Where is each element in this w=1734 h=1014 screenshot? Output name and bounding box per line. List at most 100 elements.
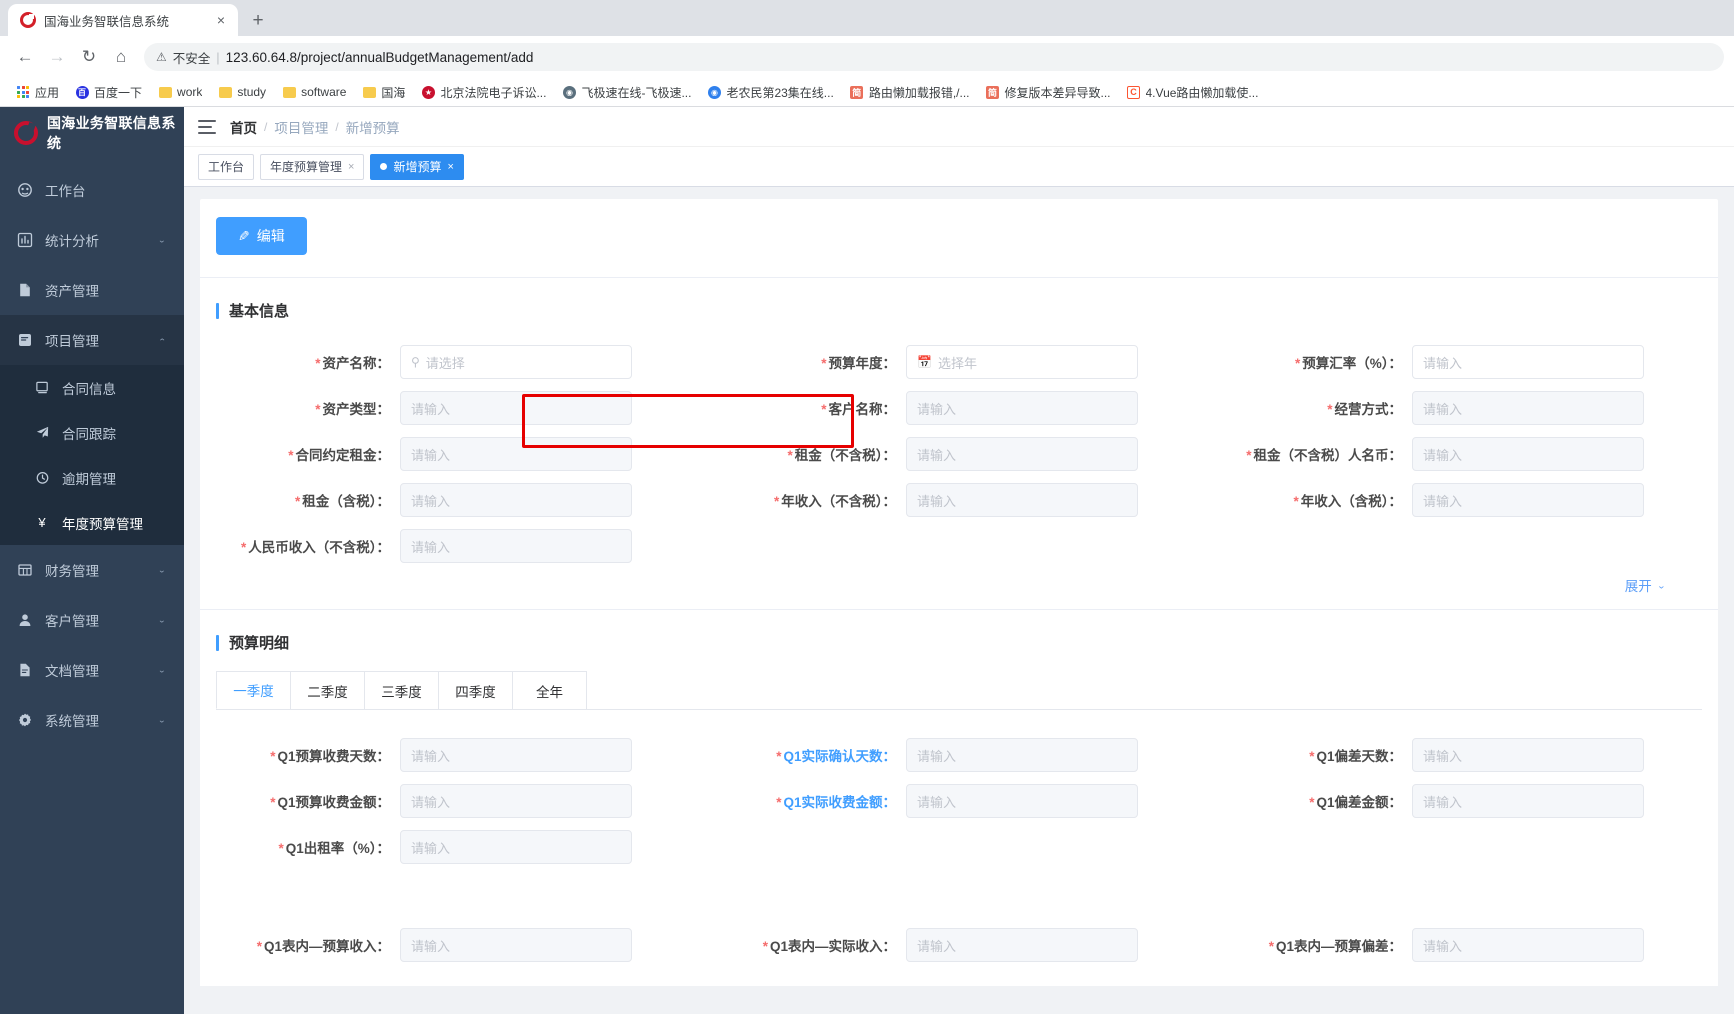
- field-q1-budget-days: * Q1预算收费天数： 请输入: [200, 732, 706, 778]
- spacer-cell: [1212, 523, 1718, 569]
- contract-rent-input[interactable]: 请输入: [400, 437, 632, 471]
- sidebar-item-statistics[interactable]: 统计分析 ⌄: [0, 215, 184, 265]
- placeholder: 请输入: [1423, 355, 1463, 371]
- bookmark-work[interactable]: work: [150, 82, 210, 102]
- q1-deviation-amount-input[interactable]: 请输入: [1412, 784, 1644, 818]
- q1-actual-amount-input[interactable]: 请输入: [906, 784, 1138, 818]
- bookmark-software[interactable]: software: [274, 82, 354, 102]
- q1-deviation-days-input[interactable]: 请输入: [1412, 738, 1644, 772]
- tab-q2[interactable]: 二季度: [290, 671, 365, 709]
- q1-onsheet-budget-income-input[interactable]: 请输入: [400, 928, 632, 962]
- tab-q3[interactable]: 三季度: [364, 671, 439, 709]
- required-star: *: [1294, 356, 1301, 371]
- breadcrumb-item-current: 新增预算: [345, 120, 400, 136]
- bookmark-apps[interactable]: 应用: [8, 81, 67, 104]
- rent-excl-tax-rmb-input[interactable]: 请输入: [1412, 437, 1644, 471]
- customer-name-input[interactable]: 请输入: [906, 391, 1138, 425]
- url-text: 123.60.64.8/project/annualBudgetManageme…: [225, 49, 534, 65]
- q1-budget-days-input[interactable]: 请输入: [400, 738, 632, 772]
- asset-type-input[interactable]: 请输入: [400, 391, 632, 425]
- bookmark-label: software: [301, 85, 347, 99]
- browser-tab[interactable]: 国海业务智联信息系统 ×: [8, 4, 238, 36]
- asset-name-input[interactable]: ⚲ 请选择: [400, 345, 632, 379]
- sidebar-logo[interactable]: 国海业务智联信息系统: [0, 107, 184, 159]
- sidebar-item-assets[interactable]: 资产管理: [0, 265, 184, 315]
- bookmark-label: 4.Vue路由懒加载使...: [1145, 85, 1259, 100]
- sidebar-item-contract-tracking[interactable]: 合同跟踪: [0, 410, 184, 455]
- budget-rate-input[interactable]: 请输入: [1412, 345, 1644, 379]
- edit-button[interactable]: ✎ 编辑: [216, 217, 307, 255]
- breadcrumb-item-home[interactable]: 首页: [230, 117, 257, 137]
- sidebar-item-finance[interactable]: 财务管理 ⌄: [0, 545, 184, 595]
- sidebar-item-label: 系统管理: [45, 714, 99, 729]
- home-icon[interactable]: ⌂: [106, 42, 136, 72]
- bookmark-beijing-court[interactable]: ★ 北京法院电子诉讼...: [413, 81, 554, 104]
- url-separator: |: [216, 49, 220, 65]
- sidebar-item-annual-budget[interactable]: ¥ 年度预算管理: [0, 500, 184, 545]
- reload-icon[interactable]: ↻: [74, 42, 104, 72]
- q1-occupancy-rate-input[interactable]: 请输入: [400, 830, 632, 864]
- sidebar-item-project[interactable]: 项目管理 ⌄: [0, 315, 184, 365]
- sidebar-item-customer[interactable]: 客户管理 ⌄: [0, 595, 184, 645]
- q1-actual-days-input[interactable]: 请输入: [906, 738, 1138, 772]
- page-scroll-area[interactable]: ✎ 编辑 基本信息 * 资产名称： ⚲ 请选择 * 预算年度： 📅 选择年 * …: [184, 187, 1734, 1014]
- sidebar-item-label: 统计分析: [45, 234, 99, 249]
- required-star: *: [821, 356, 827, 371]
- dashboard-icon: [16, 182, 33, 199]
- tag-view-add-budget[interactable]: 新增预算 ×: [370, 153, 464, 180]
- tab-q1[interactable]: 一季度: [216, 671, 291, 709]
- back-icon[interactable]: ←: [10, 42, 40, 72]
- tag-view-workbench[interactable]: 工作台: [198, 153, 255, 180]
- address-bar[interactable]: ⚠ 不安全 | 123.60.64.8/project/annualBudget…: [144, 43, 1724, 71]
- close-icon[interactable]: ×: [447, 161, 453, 173]
- required-star: *: [1309, 749, 1315, 764]
- sidebar-item-label: 资产管理: [45, 284, 99, 299]
- required-star: *: [1268, 939, 1274, 954]
- hamburger-icon[interactable]: [198, 119, 216, 134]
- close-icon[interactable]: ×: [212, 11, 230, 29]
- bookmark-version-fix[interactable]: 简 修复版本差异导致...: [977, 81, 1118, 104]
- rent-incl-tax-input[interactable]: 请输入: [400, 483, 632, 517]
- field-annual-income-excl-tax: * 年收入（不含税）： 请输入: [706, 477, 1212, 523]
- bookmark-feijisu[interactable]: ◉ 飞极速在线-飞极速...: [554, 81, 699, 104]
- bookmark-study[interactable]: study: [210, 82, 274, 102]
- sidebar-item-document[interactable]: 文档管理 ⌄: [0, 645, 184, 695]
- breadcrumb-item-project[interactable]: 项目管理: [274, 117, 328, 137]
- q1-onsheet-budget-deviation-input[interactable]: 请输入: [1412, 928, 1644, 962]
- section-title-basic: 基本信息: [200, 278, 1718, 339]
- sidebar-item-overdue[interactable]: 逾期管理: [0, 455, 184, 500]
- bookmark-vue-router-lazy[interactable]: C 4.Vue路由懒加载使...: [1119, 81, 1267, 104]
- bookmark-laonongmin[interactable]: ◉ 老农民第23集在线...: [699, 81, 841, 104]
- rent-excl-tax-input[interactable]: 请输入: [906, 437, 1138, 471]
- field-label: * 租金（不含税）人名币：: [1246, 448, 1402, 463]
- annual-income-excl-tax-input[interactable]: 请输入: [906, 483, 1138, 517]
- sidebar-item-system[interactable]: 系统管理 ⌄: [0, 695, 184, 745]
- tag-view-annual-budget[interactable]: 年度预算管理 ×: [260, 153, 365, 180]
- bookmark-label: work: [177, 85, 203, 99]
- sidebar-item-label: 项目管理: [45, 334, 99, 349]
- sidebar-item-contract-info[interactable]: 合同信息: [0, 365, 184, 410]
- field-label: * 人民币收入（不含税）：: [240, 540, 390, 555]
- field-q1-deviation-days: * Q1偏差天数： 请输入: [1212, 732, 1718, 778]
- q1-onsheet-actual-income-input[interactable]: 请输入: [906, 928, 1138, 962]
- close-icon[interactable]: ×: [348, 161, 354, 173]
- annual-income-incl-tax-input[interactable]: 请输入: [1412, 483, 1644, 517]
- quarter-panel-2: * Q1表内—预算收入： 请输入 * Q1表内—实际收入： 请输入 * Q1表内—预算…: [200, 900, 1718, 986]
- bookmark-baidu[interactable]: 百 百度一下: [67, 81, 150, 104]
- new-tab-button[interactable]: +: [244, 6, 272, 34]
- section-title-detail: 预算明细: [200, 610, 1718, 671]
- sidebar-item-workbench[interactable]: 工作台: [0, 165, 184, 215]
- tab-full-year[interactable]: 全年: [512, 671, 587, 709]
- rmb-income-excl-tax-input[interactable]: 请输入: [400, 529, 632, 563]
- operation-mode-input[interactable]: 请输入: [1412, 391, 1644, 425]
- expand-toggle[interactable]: 展开 ⌄: [200, 569, 1718, 595]
- bookmark-label: 修复版本差异导致...: [1004, 85, 1111, 100]
- bookmark-guohai[interactable]: 国海: [354, 81, 413, 104]
- budget-year-input[interactable]: 📅 选择年: [906, 345, 1138, 379]
- q1-form-group-2: * Q1表内—预算收入： 请输入 * Q1表内—实际收入： 请输入 * Q1表内—预算…: [200, 922, 1718, 968]
- q1-budget-amount-input[interactable]: 请输入: [400, 784, 632, 818]
- forward-icon[interactable]: →: [42, 42, 72, 72]
- apps-grid-icon: [16, 85, 30, 99]
- bookmark-router-lazy-error[interactable]: 简 路由懒加载报错,/...: [842, 81, 978, 104]
- tab-q4[interactable]: 四季度: [438, 671, 513, 709]
